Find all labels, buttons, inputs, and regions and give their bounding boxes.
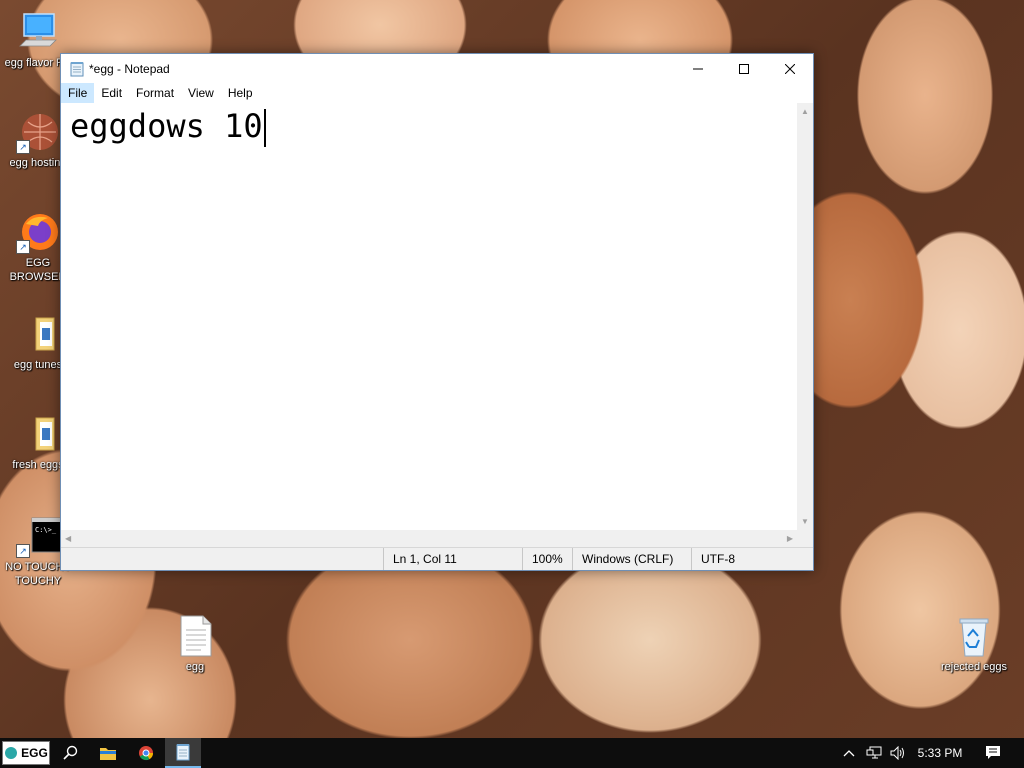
text-editor[interactable]: eggdows 10 <box>61 103 797 530</box>
taskbar-notepad[interactable] <box>165 738 201 768</box>
editor-content: eggdows 10 <box>70 107 263 145</box>
close-button[interactable] <box>767 54 813 83</box>
close-icon <box>785 63 795 74</box>
text-caret <box>263 109 266 147</box>
menu-file[interactable]: File <box>61 83 95 103</box>
computer-icon <box>16 10 60 54</box>
show-hidden-icons-button[interactable] <box>838 738 860 768</box>
menu-help[interactable]: Help <box>221 83 260 103</box>
minimize-icon <box>693 68 703 69</box>
status-bar: Ln 1, Col 11 100% Windows (CRLF) UTF-8 <box>61 547 813 570</box>
desktop-icon-label: egg <box>185 661 205 673</box>
folder-icon <box>16 412 60 456</box>
notepad-icon <box>176 744 190 761</box>
volume-button[interactable] <box>886 738 910 768</box>
maximize-button[interactable] <box>721 54 767 83</box>
notepad-icon <box>70 61 84 76</box>
text-file-icon <box>173 614 217 658</box>
taskbar-chrome[interactable] <box>128 738 164 768</box>
search-button[interactable] <box>52 738 88 768</box>
scroll-right-icon[interactable]: ▶ <box>787 534 793 543</box>
scroll-up-icon[interactable]: ▲ <box>801 107 809 116</box>
speaker-icon <box>890 746 904 760</box>
start-label: EGG <box>21 746 48 760</box>
network-button[interactable] <box>862 738 886 768</box>
chrome-icon <box>139 746 154 761</box>
scrollbar-corner <box>797 530 813 547</box>
notification-icon <box>986 746 1000 759</box>
menu-format[interactable]: Format <box>129 83 181 103</box>
chevron-up-icon <box>843 750 855 757</box>
network-icon <box>866 746 882 759</box>
scroll-left-icon[interactable]: ◀ <box>65 534 71 543</box>
command-prompt-icon: C:\>_ ↗ <box>16 514 77 558</box>
menu-view[interactable]: View <box>181 83 221 103</box>
shortcut-arrow-icon: ↗ <box>16 140 30 154</box>
desktop-icon-label: rejected eggs <box>940 661 1008 673</box>
shortcut-arrow-icon: ↗ <box>16 544 30 558</box>
title-bar[interactable]: *egg - Notepad <box>61 54 813 83</box>
desktop-icon-egg-file[interactable]: egg <box>157 614 233 674</box>
status-encoding: UTF-8 <box>691 548 811 570</box>
scroll-down-icon[interactable]: ▼ <box>801 517 809 526</box>
minimize-button[interactable] <box>675 54 721 83</box>
egg-logo-icon <box>5 747 18 759</box>
folder-icon <box>16 312 60 356</box>
search-icon <box>63 745 78 760</box>
start-button[interactable]: EGG <box>2 741 50 765</box>
svg-text:C:\>_: C:\>_ <box>35 526 57 534</box>
folder-icon <box>100 748 116 760</box>
recycle-bin-icon <box>952 614 996 658</box>
menu-bar: File Edit Format View Help <box>61 83 813 103</box>
status-cursor-position: Ln 1, Col 11 <box>383 548 521 570</box>
shortcut-arrow-icon: ↗ <box>16 240 30 254</box>
status-zoom: 100% <box>522 548 574 570</box>
maximize-icon <box>739 63 749 74</box>
status-line-ending: Windows (CRLF) <box>572 548 696 570</box>
horizontal-scrollbar[interactable]: ◀ ▶ <box>61 530 797 547</box>
egg-hosting-icon: ↗ <box>16 110 60 154</box>
window-title: *egg - Notepad <box>89 61 170 76</box>
taskbar-file-explorer[interactable] <box>90 738 126 768</box>
firefox-icon: ↗ <box>16 210 60 254</box>
taskbar: EGG 5:33 PM <box>0 738 1024 768</box>
desktop-icon-recycle-bin[interactable]: rejected eggs <box>936 614 1012 674</box>
clock[interactable]: 5:33 PM <box>912 738 968 768</box>
notepad-window[interactable]: *egg - Notepad File Edit Format View Hel… <box>60 53 814 571</box>
vertical-scrollbar[interactable]: ▲ ▼ <box>797 103 813 530</box>
action-center-button[interactable] <box>978 738 1008 768</box>
menu-edit[interactable]: Edit <box>94 83 129 103</box>
